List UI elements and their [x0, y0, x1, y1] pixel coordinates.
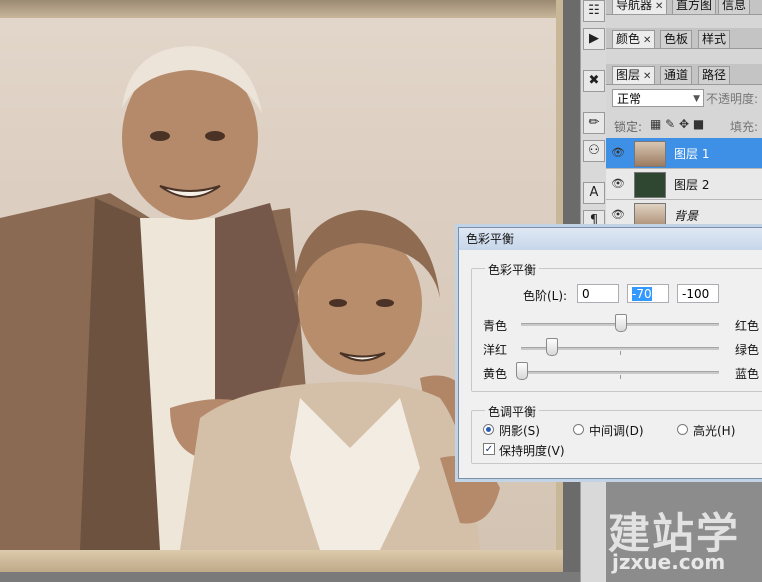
tab-info-label: 信息: [722, 0, 747, 12]
yellow-blue-slider-track[interactable]: [521, 371, 719, 374]
tools-icon[interactable]: ✖: [583, 70, 605, 92]
binoculars-icon[interactable]: ☷: [583, 0, 605, 22]
tab-styles[interactable]: 样式: [698, 30, 731, 48]
watermark-url: jzxue.com: [612, 550, 726, 574]
yellow-blue-slider-thumb[interactable]: [516, 362, 528, 380]
magenta-green-slider-thumb[interactable]: [545, 338, 558, 356]
tab-navigator-label: 导航器: [616, 0, 653, 12]
preserve-luminosity-checkbox[interactable]: ✓: [483, 443, 495, 455]
magenta-green-level-input[interactable]: -70: [627, 284, 669, 303]
tab-paths-label: 路径: [702, 68, 727, 82]
layer-name: 图层 1: [674, 147, 710, 161]
yellow-label: 黄色: [483, 367, 508, 381]
magenta-label: 洋红: [483, 343, 508, 357]
layer-name: 背景: [674, 209, 699, 223]
eye-icon[interactable]: 👁: [610, 176, 626, 192]
blue-label: 蓝色: [735, 367, 760, 381]
midtones-radio[interactable]: [573, 424, 584, 435]
stamp-icon[interactable]: ⚇: [583, 140, 605, 162]
tab-paths[interactable]: 路径: [698, 66, 731, 84]
cyan-red-slider-thumb[interactable]: [615, 314, 627, 332]
level-value: -100: [682, 287, 710, 301]
chevron-down-icon: ▼: [693, 94, 700, 104]
photo-frame-bottom: [0, 550, 563, 572]
preserve-luminosity-label[interactable]: 保持明度(V): [499, 442, 565, 459]
level-value: -70: [632, 287, 652, 301]
brush-icon[interactable]: ✏: [583, 112, 605, 134]
red-label: 红色: [735, 319, 760, 333]
tab-layers-label: 图层: [616, 68, 641, 82]
shadows-radio[interactable]: [483, 424, 494, 435]
shadows-label[interactable]: 阴影(S): [499, 422, 540, 439]
opacity-label: 不透明度:: [706, 92, 759, 106]
eye-icon[interactable]: 👁: [610, 207, 626, 223]
tab-styles-label: 样式: [702, 32, 727, 46]
highlights-radio[interactable]: [677, 424, 688, 435]
type-icon[interactable]: A: [583, 182, 605, 204]
tab-navigator[interactable]: 导航器 ✕: [612, 0, 668, 14]
yellow-blue-level-input[interactable]: -100: [677, 284, 719, 303]
close-icon[interactable]: ✕: [643, 35, 651, 46]
highlights-label[interactable]: 高光(H): [693, 422, 735, 439]
cyan-label: 青色: [483, 319, 508, 333]
level-value: 0: [582, 287, 590, 301]
color-balance-dialog: 色彩平衡 色彩平衡 色阶(L): 0 -70 -100 青色 红色 洋红 绿色 …: [458, 227, 762, 479]
photo-frame-top: [0, 0, 563, 18]
layer-name: 图层 2: [674, 178, 710, 192]
tone-balance-group-label: 色调平衡: [485, 403, 540, 420]
canvas-scroll-area[interactable]: [0, 572, 580, 582]
blend-mode-value: 正常: [617, 92, 642, 106]
layer-row[interactable]: 👁 图层 1: [606, 138, 762, 169]
navigator-tabrow: 导航器 ✕ 直方图 信息: [606, 0, 762, 15]
tab-color-label: 颜色: [616, 32, 641, 46]
tab-color[interactable]: 颜色 ✕: [612, 30, 656, 48]
slider-center-tick: [620, 375, 621, 379]
lock-label: 锁定:: [614, 120, 643, 134]
tab-info[interactable]: 信息: [718, 0, 751, 14]
close-icon[interactable]: ✕: [655, 1, 663, 12]
color-balance-group-label: 色彩平衡: [485, 261, 540, 278]
midtones-label[interactable]: 中间调(D): [589, 422, 644, 439]
blend-mode-select[interactable]: 正常 ▼: [612, 89, 704, 107]
color-tabrow: 颜色 ✕ 色板 样式: [606, 28, 762, 49]
layer-row[interactable]: 👁 图层 2: [606, 169, 762, 200]
play-icon[interactable]: ▶: [583, 28, 605, 50]
layers-tabrow: 图层 ✕ 通道 路径: [606, 64, 762, 85]
fill-label: 填充:: [730, 120, 759, 134]
green-label: 绿色: [735, 343, 760, 357]
tab-histogram[interactable]: 直方图: [672, 0, 717, 14]
tab-histogram-label: 直方图: [676, 0, 713, 12]
cyan-red-level-input[interactable]: 0: [577, 284, 619, 303]
color-panel-body: [606, 49, 762, 63]
levels-label: 色阶(L):: [523, 289, 568, 303]
eye-icon[interactable]: 👁: [610, 145, 626, 161]
slider-center-tick: [620, 351, 621, 355]
close-icon[interactable]: ✕: [643, 71, 651, 82]
layer-thumbnail: [634, 172, 666, 198]
layer-thumbnail: [634, 141, 666, 167]
layer-thumbnail: [634, 203, 666, 229]
lock-icons[interactable]: ▦ ✎ ✥ ■: [650, 117, 704, 131]
dialog-title[interactable]: 色彩平衡: [459, 228, 762, 250]
tab-channels-label: 通道: [664, 68, 689, 82]
tab-swatches-label: 色板: [664, 32, 689, 46]
tab-layers[interactable]: 图层 ✕: [612, 66, 656, 84]
tab-swatches[interactable]: 色板: [660, 30, 693, 48]
tab-channels[interactable]: 通道: [660, 66, 693, 84]
